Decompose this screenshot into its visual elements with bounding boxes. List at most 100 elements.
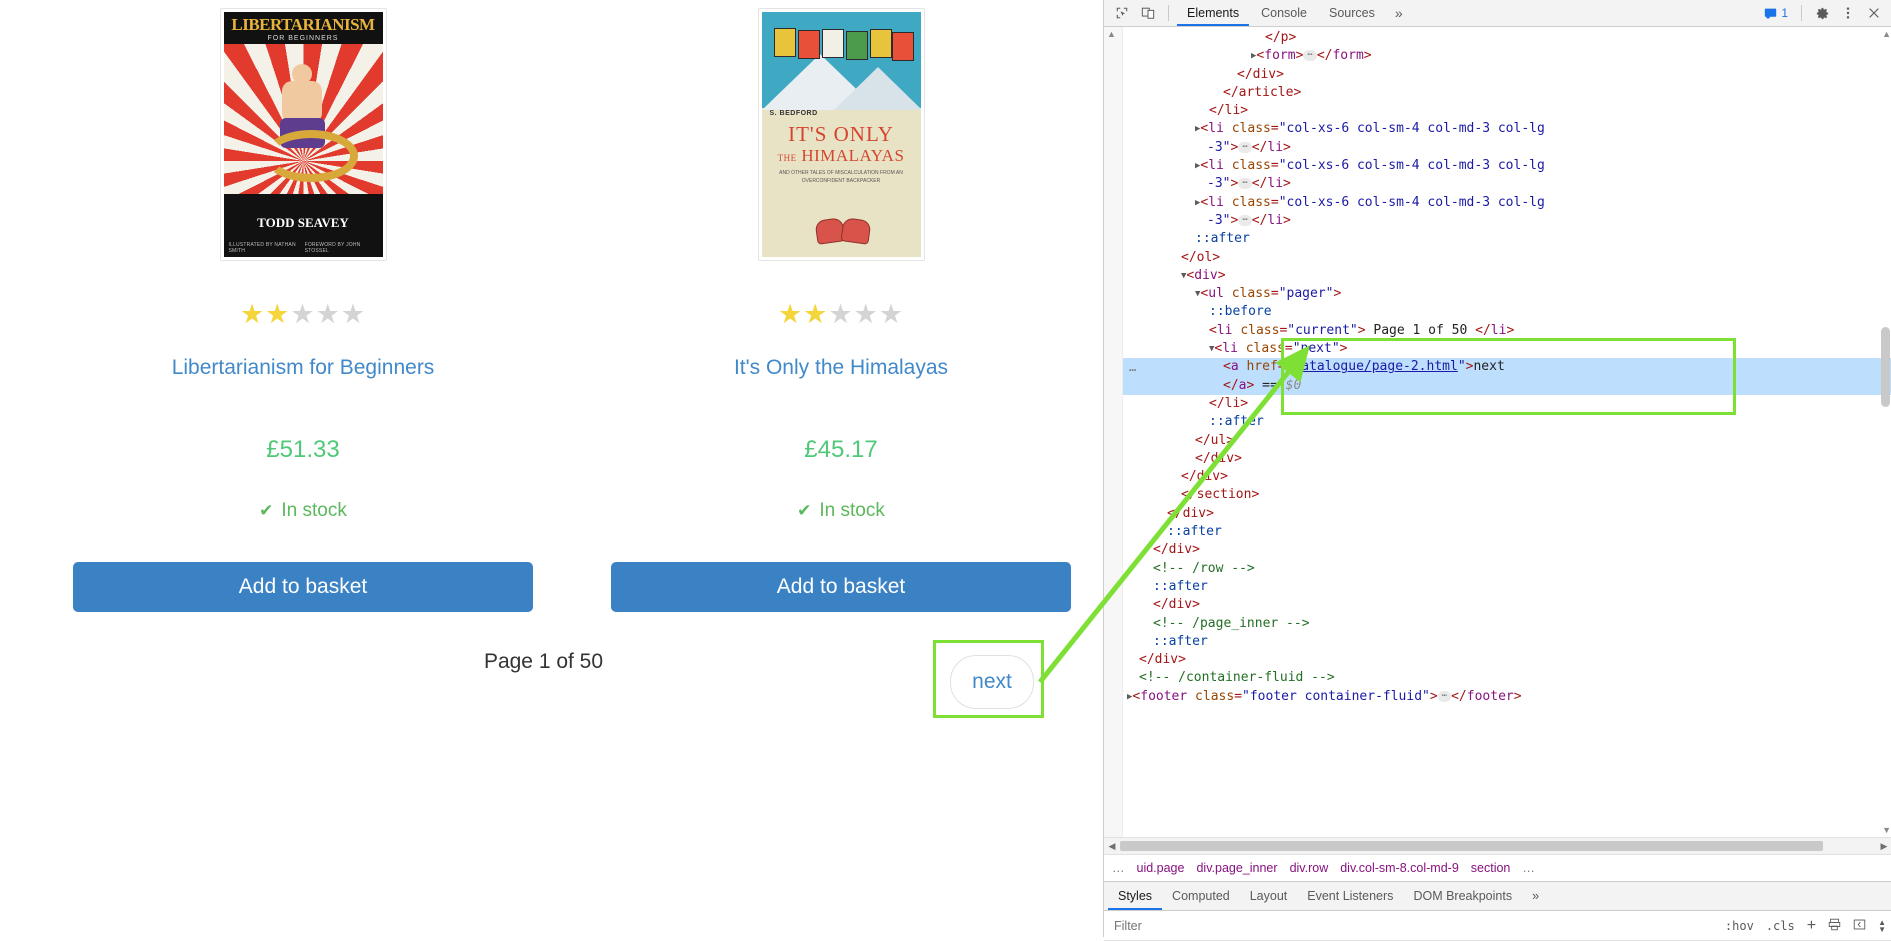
dom-tree-line[interactable]: </article>: [1123, 84, 1891, 102]
breadcrumb-item[interactable]: section: [1471, 861, 1511, 875]
device-toolbar-icon[interactable]: [1136, 2, 1160, 24]
pager-next-button[interactable]: next: [950, 655, 1034, 709]
breadcrumb-item[interactable]: …: [1112, 861, 1125, 875]
message-count: 1: [1781, 6, 1788, 20]
dom-tree-line[interactable]: </div>: [1123, 541, 1891, 559]
expand-arrow-icon[interactable]: ▼: [1195, 289, 1200, 299]
styles-filter-input[interactable]: [1104, 912, 1719, 939]
scroll-down-arrow-icon[interactable]: ▼: [1882, 825, 1891, 835]
scroll-up-arrow-icon[interactable]: ▲: [1882, 29, 1891, 39]
product-image[interactable]: LIBERTARIANISM FOR BEGINNERS TODD SEAVEY: [219, 8, 387, 261]
print-styles-icon[interactable]: [1822, 918, 1847, 934]
gear-icon[interactable]: [1810, 2, 1834, 24]
dom-tree-line[interactable]: ▶<footer class="footer container-fluid">…: [1123, 688, 1891, 706]
dom-tree-line[interactable]: <li class="current"> Page 1 of 50 </li>: [1123, 322, 1891, 340]
collapsed-children-icon[interactable]: ⋯: [1238, 178, 1252, 190]
dom-tree-line[interactable]: <!-- /page_inner -->: [1123, 615, 1891, 633]
collapsed-children-icon[interactable]: ⋯: [1238, 141, 1252, 153]
expand-arrow-icon[interactable]: ▶: [1195, 124, 1200, 134]
dom-tree-line[interactable]: <!-- /row -->: [1123, 560, 1891, 578]
tab-sources[interactable]: Sources: [1319, 1, 1385, 26]
collapsed-children-icon[interactable]: ⋯: [1303, 50, 1317, 62]
tab-console[interactable]: Console: [1251, 1, 1317, 26]
styles-scroll-arrows[interactable]: ▲ ▼: [1872, 918, 1891, 933]
dom-tree-line[interactable]: </li>: [1123, 395, 1891, 413]
breadcrumb-item[interactable]: div.col-sm-8.col-md-9: [1340, 861, 1459, 875]
expand-arrow-icon[interactable]: ▶: [1127, 692, 1132, 702]
pane-tab-layout[interactable]: Layout: [1240, 883, 1298, 910]
collapsed-children-icon[interactable]: ⋯: [1437, 690, 1452, 702]
new-style-rule-button[interactable]: +: [1801, 917, 1822, 935]
expand-arrow-icon[interactable]: ▼: [1181, 271, 1186, 281]
breadcrumb-item[interactable]: div.row: [1290, 861, 1329, 875]
dom-tree-line[interactable]: </p>: [1123, 29, 1891, 47]
dom-tree-line[interactable]: </div>: [1123, 450, 1891, 468]
dom-tree-line[interactable]: -3"> ⋯ </li>: [1123, 139, 1891, 157]
dom-tree-line[interactable]: ▶<li class="col-xs-6 col-sm-4 col-md-3 c…: [1123, 194, 1891, 212]
dom-tree-line[interactable]: ▼<div>: [1123, 267, 1891, 285]
dom-tree-line[interactable]: -3"> ⋯ </li>: [1123, 212, 1891, 230]
pane-tab-event-listeners[interactable]: Event Listeners: [1297, 883, 1403, 910]
dom-horizontal-scrollbar[interactable]: ◀ ▶: [1104, 837, 1891, 854]
scroll-up-icon[interactable]: ▲: [1107, 29, 1116, 39]
dom-tree-line[interactable]: </div>: [1123, 651, 1891, 669]
more-panes-icon[interactable]: »: [1522, 883, 1549, 910]
product-title-link[interactable]: It's Only the Himalayas: [734, 356, 948, 380]
message-count-badge[interactable]: 1: [1759, 5, 1793, 21]
more-tabs-icon[interactable]: »: [1387, 5, 1411, 21]
dom-tree-line[interactable]: ▼<ul class="pager">: [1123, 285, 1891, 303]
pager-next-link[interactable]: next: [972, 670, 1012, 694]
dom-tree-line[interactable]: ::after: [1123, 413, 1891, 431]
dom-tree-line[interactable]: <!-- /container-fluid -->: [1123, 669, 1891, 687]
close-icon[interactable]: [1862, 2, 1886, 24]
dom-tree-line[interactable]: </div>: [1123, 66, 1891, 84]
dom-tree-line[interactable]: ▶<li class="col-xs-6 col-sm-4 col-md-3 c…: [1123, 120, 1891, 138]
dom-tree-line[interactable]: </a> == $0: [1123, 376, 1891, 395]
scroll-left-icon[interactable]: ◀: [1104, 841, 1120, 852]
expand-arrow-icon[interactable]: ▶: [1195, 198, 1200, 208]
dom-tree-line[interactable]: </div>: [1123, 596, 1891, 614]
expand-arrow-icon[interactable]: ▶: [1251, 51, 1256, 61]
breadcrumb-item[interactable]: div.page_inner: [1196, 861, 1277, 875]
dom-tree-line[interactable]: ::after: [1123, 578, 1891, 596]
dom-vertical-scrollbar[interactable]: [1881, 327, 1890, 407]
dom-tree-line[interactable]: </ul>: [1123, 432, 1891, 450]
dom-tree[interactable]: </p> ▶<form> ⋯ </form> </div> </article> </li>…: [1123, 27, 1891, 837]
dom-tree-line[interactable]: ::after: [1123, 633, 1891, 651]
dom-tree-line[interactable]: … <a href="catalogue/page-2.html">next: [1123, 358, 1891, 377]
cls-toggle-button[interactable]: .cls: [1760, 919, 1801, 933]
dom-token: >: [1230, 176, 1239, 192]
product-image[interactable]: S. BEDFORD IT'S ONLY THE HIMALAYAS AND O…: [757, 8, 925, 261]
add-to-basket-button[interactable]: Add to basket: [611, 562, 1071, 612]
dom-tree-line[interactable]: ▼<li class="next">: [1123, 340, 1891, 358]
dom-tree-line[interactable]: ::before: [1123, 303, 1891, 321]
dom-tree-line[interactable]: ::after: [1123, 230, 1891, 248]
dom-token[interactable]: catalogue/page-2.html: [1293, 359, 1457, 374]
expand-arrow-icon[interactable]: ▶: [1195, 161, 1200, 171]
pane-tab-dom-breakpoints[interactable]: DOM Breakpoints: [1403, 883, 1522, 910]
dom-tree-line[interactable]: ::after: [1123, 523, 1891, 541]
expand-arrow-icon[interactable]: ▼: [1209, 344, 1214, 354]
dom-tree-line[interactable]: </div>: [1123, 468, 1891, 486]
dom-tree-line[interactable]: ▶<form> ⋯ </form>: [1123, 47, 1891, 65]
dom-tree-line[interactable]: -3"> ⋯ </li>: [1123, 175, 1891, 193]
add-to-basket-button[interactable]: Add to basket: [73, 562, 533, 612]
dom-tree-line[interactable]: ▶<li class="col-xs-6 col-sm-4 col-md-3 c…: [1123, 157, 1891, 175]
dom-tree-line[interactable]: </ol>: [1123, 249, 1891, 267]
pane-tab-computed[interactable]: Computed: [1162, 883, 1240, 910]
more-options-icon[interactable]: [1836, 2, 1860, 24]
dom-tree-line[interactable]: </li>: [1123, 102, 1891, 120]
breadcrumb-item[interactable]: uid.page: [1137, 861, 1185, 875]
product-title-link[interactable]: Libertarianism for Beginners: [172, 356, 435, 380]
dom-token: -3": [1207, 139, 1231, 155]
breadcrumb-item[interactable]: …: [1522, 861, 1535, 875]
hov-toggle-button[interactable]: :hov: [1719, 919, 1760, 933]
dom-tree-line[interactable]: </section>: [1123, 486, 1891, 504]
collapsed-children-icon[interactable]: ⋯: [1238, 214, 1252, 226]
dom-tree-line[interactable]: </div>: [1123, 505, 1891, 523]
tab-elements[interactable]: Elements: [1177, 1, 1249, 26]
pane-tab-styles[interactable]: Styles: [1108, 883, 1162, 910]
scroll-right-icon[interactable]: ▶: [1876, 841, 1891, 852]
inspect-element-icon[interactable]: [1110, 2, 1134, 24]
toggle-sidebar-icon[interactable]: [1847, 918, 1872, 934]
